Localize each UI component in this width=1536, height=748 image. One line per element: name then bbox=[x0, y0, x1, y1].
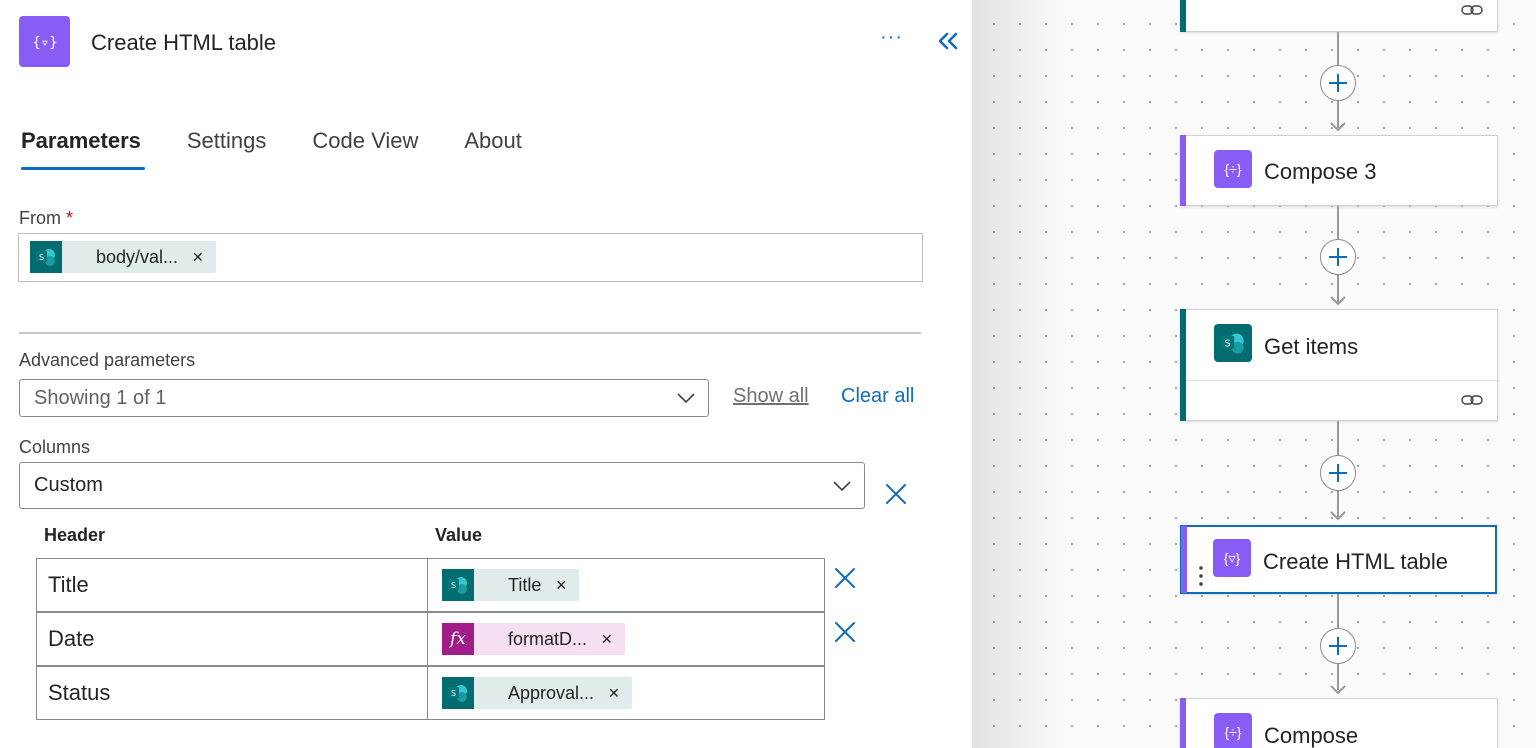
card-title: Create HTML table bbox=[1263, 549, 1449, 574]
more-options-button[interactable]: ··· bbox=[880, 26, 903, 49]
remove-token-icon[interactable]: ✕ bbox=[555, 577, 567, 594]
expression-token[interactable]: fx formatD... ✕ bbox=[442, 623, 625, 655]
delete-row-icon[interactable] bbox=[834, 621, 856, 643]
delete-row-icon[interactable] bbox=[834, 567, 856, 589]
dynamic-content-token[interactable]: S Title ✕ bbox=[442, 569, 580, 601]
card-title: Compose bbox=[1264, 723, 1359, 748]
flow-card-previous[interactable] bbox=[1180, 0, 1498, 32]
add-step-button[interactable] bbox=[1320, 65, 1356, 101]
svg-text:S: S bbox=[451, 581, 456, 590]
required-mark: * bbox=[66, 208, 74, 228]
svg-text:S: S bbox=[39, 253, 44, 262]
remove-token-icon[interactable]: ✕ bbox=[192, 249, 204, 266]
drag-handle-icon[interactable] bbox=[1199, 565, 1203, 587]
token-label: body/val... bbox=[96, 246, 179, 267]
column-value-input[interactable]: S Approval... ✕ bbox=[427, 666, 825, 720]
section-divider bbox=[19, 332, 921, 334]
plus-icon bbox=[1329, 248, 1347, 266]
flow-card-compose[interactable]: {÷} Compose bbox=[1180, 698, 1498, 748]
dynamic-content-token[interactable]: S Approval... ✕ bbox=[442, 677, 632, 709]
card-accent-bar bbox=[1180, 135, 1186, 206]
showing-count: Showing 1 of 1 bbox=[34, 386, 167, 409]
add-step-button[interactable] bbox=[1320, 239, 1356, 275]
flow-card-get-items[interactable]: S Get items bbox=[1180, 309, 1498, 421]
columns-mode-value: Custom bbox=[34, 474, 103, 496]
remove-token-icon[interactable]: ✕ bbox=[601, 631, 613, 648]
plus-icon bbox=[1329, 74, 1347, 92]
plus-icon bbox=[1329, 464, 1347, 482]
column-value-input[interactable]: fx formatD... ✕ bbox=[427, 612, 825, 666]
tab-about[interactable]: About bbox=[464, 128, 522, 170]
data-operation-icon: {÷} bbox=[1214, 713, 1252, 748]
collapse-panel-icon[interactable] bbox=[936, 30, 960, 52]
link-icon bbox=[1461, 395, 1483, 405]
tab-bar: Parameters Settings Code View About bbox=[21, 128, 568, 173]
arrow-down-icon bbox=[1330, 122, 1346, 132]
tab-code-view[interactable]: Code View bbox=[312, 128, 418, 170]
sharepoint-icon: S bbox=[1214, 324, 1252, 362]
column-value-input[interactable]: S Title ✕ bbox=[427, 558, 825, 612]
value-column-title: Value bbox=[435, 525, 483, 545]
flow-card-create-html-table[interactable]: {▿} Create HTML table bbox=[1180, 525, 1497, 594]
column-header-text: Status bbox=[48, 680, 111, 705]
show-all-link[interactable]: Show all bbox=[733, 385, 809, 408]
arrow-down-icon bbox=[1330, 511, 1346, 521]
tab-parameters[interactable]: Parameters bbox=[21, 128, 145, 170]
from-label: From * bbox=[19, 208, 73, 229]
chevron-down-icon bbox=[677, 393, 695, 404]
function-icon: fx bbox=[442, 623, 474, 655]
columns-mode-dropdown[interactable]: Custom bbox=[19, 462, 865, 509]
column-header-input[interactable]: Status bbox=[36, 666, 428, 720]
card-separator bbox=[1186, 380, 1497, 381]
column-header-text: Date bbox=[48, 626, 95, 651]
flow-card-compose-3[interactable]: {÷} Compose 3 bbox=[1180, 135, 1498, 206]
svg-text:S: S bbox=[451, 689, 456, 698]
arrow-down-icon bbox=[1330, 685, 1346, 695]
svg-text:S: S bbox=[1225, 339, 1231, 350]
columns-label: Columns bbox=[19, 437, 91, 457]
arrow-down-icon bbox=[1330, 296, 1346, 306]
from-label-text: From bbox=[19, 208, 61, 228]
card-accent-bar bbox=[1180, 698, 1186, 748]
card-title: Compose 3 bbox=[1264, 159, 1377, 184]
data-operation-icon: {▿} bbox=[19, 16, 70, 67]
remove-token-icon[interactable]: ✕ bbox=[608, 685, 620, 702]
data-operation-icon: {÷} bbox=[1214, 150, 1252, 188]
sharepoint-icon: S bbox=[442, 569, 474, 601]
column-header-input[interactable]: Date bbox=[36, 612, 428, 666]
column-header-input[interactable]: Title bbox=[36, 558, 428, 612]
link-icon bbox=[1461, 5, 1483, 15]
action-details-panel: {▿} Create HTML table ··· Parameters Set… bbox=[0, 0, 972, 748]
clear-columns-icon[interactable] bbox=[885, 483, 907, 505]
svg-text:{▿}: {▿} bbox=[32, 35, 57, 51]
advanced-parameters-label: Advanced parameters bbox=[19, 350, 196, 370]
token-label: formatD... bbox=[508, 628, 588, 649]
action-title[interactable]: Create HTML table bbox=[91, 30, 276, 56]
add-step-button[interactable] bbox=[1320, 455, 1356, 491]
card-accent-bar bbox=[1181, 526, 1187, 593]
token-label: Title bbox=[508, 574, 542, 595]
card-title: Get items bbox=[1264, 334, 1359, 359]
plus-icon bbox=[1329, 637, 1347, 655]
advanced-parameters-dropdown[interactable]: Showing 1 of 1 bbox=[19, 379, 709, 417]
card-accent-bar bbox=[1180, 309, 1186, 421]
card-accent-bar bbox=[1180, 0, 1186, 32]
sharepoint-icon: S bbox=[30, 241, 62, 273]
token-label: Approval... bbox=[508, 682, 595, 703]
data-operation-icon: {▿} bbox=[1213, 539, 1251, 577]
clear-all-link[interactable]: Clear all bbox=[841, 385, 914, 408]
from-input[interactable]: S body/val... ✕ bbox=[18, 233, 923, 282]
chevron-down-icon bbox=[833, 480, 851, 491]
tab-settings[interactable]: Settings bbox=[187, 128, 267, 170]
header-column-title: Header bbox=[44, 525, 106, 545]
sharepoint-icon: S bbox=[442, 677, 474, 709]
add-step-button[interactable] bbox=[1320, 628, 1356, 664]
dynamic-content-token[interactable]: S body/val... ✕ bbox=[30, 241, 216, 273]
column-header-text: Title bbox=[48, 572, 89, 597]
